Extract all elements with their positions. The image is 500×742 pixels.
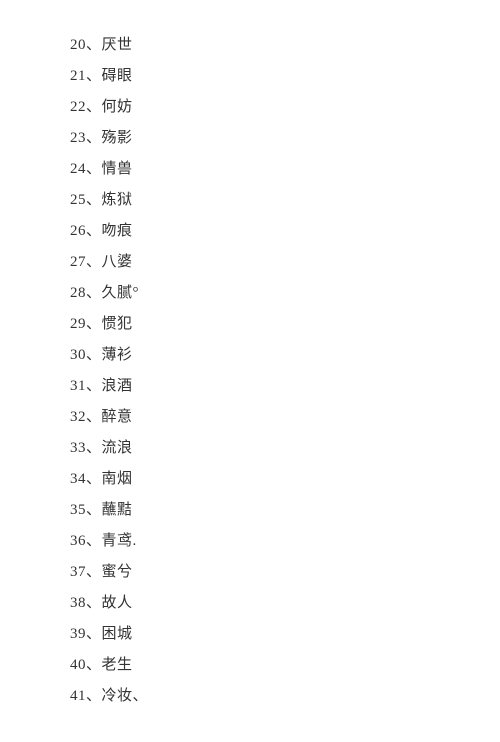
list-item: 26、吻痕 [70, 216, 430, 247]
list-item: 22、何妨 [70, 92, 430, 123]
list-item: 38、故人 [70, 588, 430, 619]
list-item: 41、冷妆、 [70, 681, 430, 712]
list-item: 37、蜜兮 [70, 557, 430, 588]
list-item: 23、殇影 [70, 123, 430, 154]
list-item: 27、八婆 [70, 247, 430, 278]
list-item: 21、碍眼 [70, 61, 430, 92]
list-item: 30、薄衫 [70, 340, 430, 371]
list-item: 32、醉意 [70, 402, 430, 433]
list-item: 33、流浪 [70, 433, 430, 464]
list-item: 34、南烟 [70, 464, 430, 495]
list-item: 39、困城 [70, 619, 430, 650]
list-item: 29、惯犯 [70, 309, 430, 340]
list-item: 28、久腻° [70, 278, 430, 309]
list-item: 24、情兽 [70, 154, 430, 185]
list-item: 31、浪酒 [70, 371, 430, 402]
list-container: 20、厌世21、碍眼22、何妨23、殇影24、情兽25、炼狱26、吻痕27、八婆… [0, 0, 500, 742]
list-item: 40、老生 [70, 650, 430, 681]
list-item: 25、炼狱 [70, 185, 430, 216]
list-item: 35、蘸黠 [70, 495, 430, 526]
list-item: 20、厌世 [70, 30, 430, 61]
list-item: 36、青鸢. [70, 526, 430, 557]
